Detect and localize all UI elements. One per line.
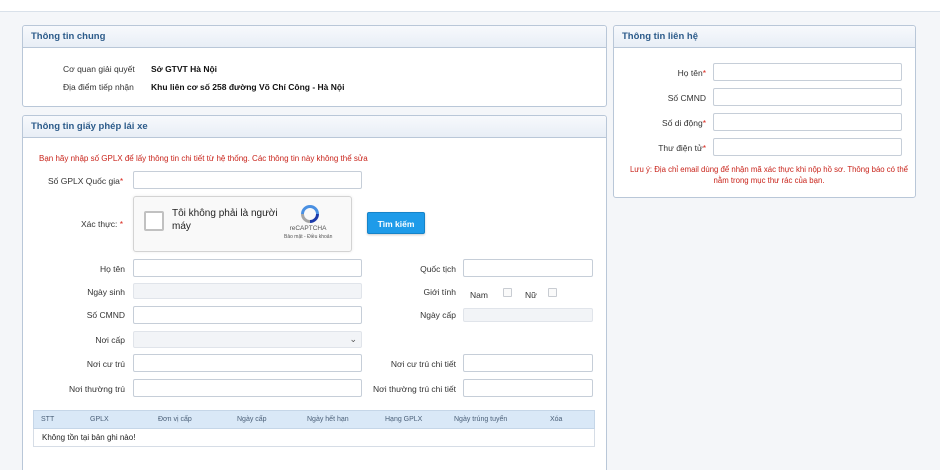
nationality-input[interactable] [463,259,593,277]
location-value: Khu liên cơ số 258 đường Võ Chí Công - H… [151,82,345,92]
male-checkbox[interactable] [503,288,512,297]
gender-label: Giới tính [423,287,456,297]
male-label: Nam [470,290,488,300]
location-label: Địa điểm tiếp nhận [63,82,134,92]
license-info-panel: Thông tin giấy phép lái xe Bạn hãy nhập … [22,115,607,470]
gplx-input[interactable] [133,171,362,189]
license-notice: Bạn hãy nhập số GPLX để lấy thông tin ch… [39,154,368,163]
female-label: Nữ [525,290,537,300]
contact-info-title: Thông tin liên hệ [614,26,915,48]
residence-detail-input[interactable] [463,354,593,372]
chevron-down-icon: ⌄ [349,334,357,344]
agency-value: Sở GTVT Hà Nội [151,64,218,74]
agency-label: Cơ quan giải quyết [63,64,135,74]
contact-email-label: Thư điện tử* [658,143,706,153]
contact-id-input[interactable] [713,88,902,106]
permanent-label: Nơi thường trú [68,384,125,394]
fullname-label: Họ tên [99,264,125,274]
dob-label: Ngày sinh [87,287,125,297]
id-input[interactable] [133,306,362,324]
top-bar [0,0,940,12]
col-expiry-date: Ngày hết hạn [307,416,349,423]
recaptcha-checkbox[interactable] [144,211,164,231]
license-info-title: Thông tin giấy phép lái xe [23,116,606,138]
table-empty-row: Không tồn tại bản ghi nào! [33,429,595,447]
verify-label: Xác thực: * [81,219,124,229]
permanent-detail-input[interactable] [463,379,593,397]
col-gplx: GPLX [90,416,109,423]
col-class: Hạng GPLX [385,416,423,423]
residence-detail-label: Nơi cư trú chi tiết [390,359,456,369]
issue-place-select[interactable]: ⌄ [133,331,362,348]
recaptcha-widget: Tôi không phải là người máy reCAPTCHA Bả… [133,196,352,252]
col-issuer: Đơn vị cấp [158,416,192,423]
general-info-panel: Thông tin chung Cơ quan giải quyết Sở GT… [22,25,607,107]
general-info-title: Thông tin chung [23,26,606,48]
contact-note: Lưu ý: Địa chỉ email dùng để nhận mã xác… [629,165,909,185]
license-table-header: STT GPLX Đơn vị cấp Ngày cấp Ngày hết hạ… [33,410,595,429]
female-checkbox[interactable] [548,288,557,297]
search-button[interactable]: Tìm kiếm [367,212,425,234]
recaptcha-brand: reCAPTCHA [289,225,327,232]
contact-phone-input[interactable] [713,113,902,131]
issue-date-input[interactable] [463,308,593,322]
col-issue-date: Ngày cấp [237,416,267,423]
permanent-input[interactable] [133,379,362,397]
contact-email-input[interactable] [713,138,902,156]
contact-name-label: Họ tên* [677,68,706,78]
residence-label: Nơi cư trú [86,359,125,369]
contact-name-input[interactable] [713,63,902,81]
col-stt: STT [41,416,55,423]
recaptcha-text: Tôi không phải là người máy [172,208,278,232]
col-delete: Xóa [550,416,563,423]
contact-id-label: Số CMND [667,93,706,103]
permanent-detail-label: Nơi thường trú chi tiết [373,384,456,394]
dob-input[interactable] [133,283,362,299]
fullname-input[interactable] [133,259,362,277]
issue-place-label: Nơi cấp [95,335,125,345]
recaptcha-logo-icon [301,205,319,223]
gplx-label: Số GPLX Quốc gia* [48,176,124,186]
contact-phone-label: Số di động* [662,118,706,128]
nationality-label: Quốc tịch [420,264,456,274]
residence-input[interactable] [133,354,362,372]
contact-info-panel: Thông tin liên hệ Họ tên* Số CMND Số di … [613,25,916,198]
recaptcha-links[interactable]: Bảo mật - Điều khoản [284,234,332,240]
col-pass-date: Ngày trúng tuyển [454,416,508,423]
id-label: Số CMND [86,310,125,320]
empty-message: Không tồn tại bản ghi nào! [42,433,136,442]
issue-date-label: Ngày cấp [420,310,456,320]
